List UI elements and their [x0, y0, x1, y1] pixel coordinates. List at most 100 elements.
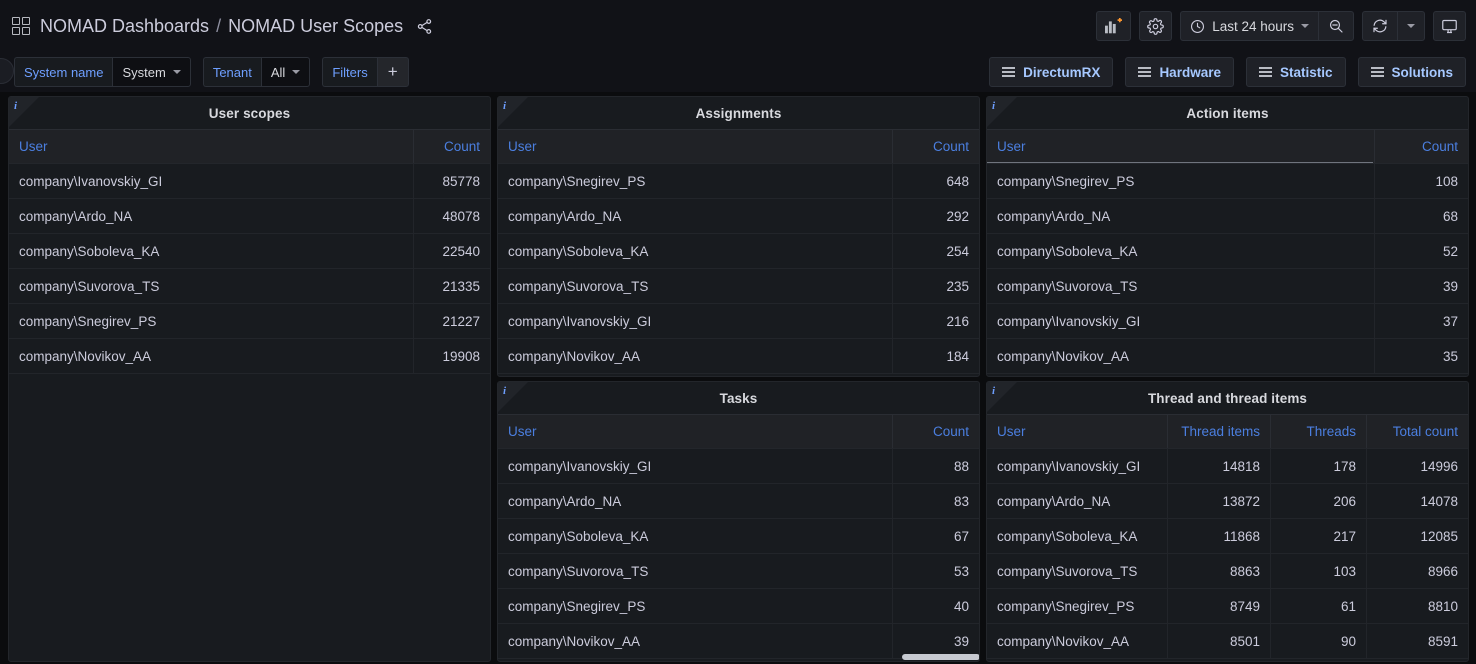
cell-threads: 90 [1270, 624, 1366, 658]
panel-assignments: i Assignments User Count company\Snegire… [497, 96, 980, 377]
info-icon[interactable]: i [992, 100, 995, 112]
table-row: company\Ardo_NA 13872 206 14078 [987, 484, 1468, 519]
variable-system-name-select[interactable]: System [112, 57, 190, 87]
breadcrumb-root[interactable]: NOMAD Dashboards [40, 16, 209, 37]
dashboard-link-hardware[interactable]: Hardware [1125, 57, 1234, 87]
refresh-icon[interactable] [1363, 12, 1397, 40]
table-row: company\Ardo_NA 68 [987, 199, 1468, 234]
cell-count: 22540 [413, 234, 490, 268]
add-filter-button[interactable]: + [377, 57, 409, 87]
column-header-user[interactable]: User [987, 130, 1374, 163]
column-header-user[interactable]: User [987, 415, 1167, 448]
cell-thread-items: 13872 [1167, 484, 1270, 518]
cell-total-count: 14996 [1366, 449, 1468, 483]
cell-count: 254 [892, 234, 979, 268]
table-row: company\Soboleva_KA 11868 217 12085 [987, 519, 1468, 554]
table-body: company\Ivanovskiy_GI 85778 company\Ardo… [9, 164, 490, 661]
ad-hoc-filters: Filters + [322, 57, 408, 87]
column-header-user[interactable]: User [498, 415, 892, 448]
dashboard-settings-gear-icon[interactable] [1139, 11, 1172, 41]
table-row: company\Soboleva_KA 52 [987, 234, 1468, 269]
table-row: company\Novikov_AA 8501 90 8591 [987, 624, 1468, 659]
cell-count: 21227 [413, 304, 490, 338]
cell-count: 88 [892, 449, 979, 483]
dashboard-link-statistic[interactable]: Statistic [1246, 57, 1346, 87]
cell-count: 35 [1374, 339, 1468, 373]
cell-user: company\Suvorova_TS [498, 269, 892, 303]
table-body: company\Ivanovskiy_GI 14818 178 14996 co… [987, 449, 1468, 661]
cell-thread-items: 8863 [1167, 554, 1270, 588]
column-header-threads[interactable]: Threads [1270, 415, 1366, 448]
column-header-count[interactable]: Count [413, 130, 490, 163]
variable-tenant: Tenant All [203, 57, 311, 87]
panel-title[interactable]: Assignments [696, 106, 782, 121]
table-row: company\Ardo_NA 292 [498, 199, 979, 234]
cell-user: company\Soboleva_KA [498, 519, 892, 553]
cell-count: 67 [892, 519, 979, 553]
table-header-row: User Count [498, 414, 979, 449]
cell-count: 68 [1374, 199, 1468, 233]
panel-user-scopes: i User scopes User Count company\Ivanovs… [8, 96, 491, 662]
cell-count: 184 [892, 339, 979, 373]
variable-tenant-value: All [271, 65, 285, 80]
column-header-count[interactable]: Count [892, 415, 979, 448]
table: User Count company\Snegirev_PS 648 compa… [498, 129, 979, 376]
info-icon[interactable]: i [992, 385, 995, 397]
variable-tenant-select[interactable]: All [261, 57, 310, 87]
refresh-controls [1362, 11, 1425, 41]
tv-kiosk-icon[interactable] [1433, 11, 1466, 41]
column-header-count[interactable]: Count [1374, 130, 1468, 163]
breadcrumb: NOMAD Dashboards / NOMAD User Scopes [40, 16, 433, 37]
cell-count: 216 [892, 304, 979, 338]
table-body: company\Ivanovskiy_GI 88 company\Ardo_NA… [498, 449, 979, 661]
add-panel-icon[interactable] [1096, 11, 1131, 41]
column-header-user[interactable]: User [9, 130, 413, 163]
cell-user: company\Suvorova_TS [498, 554, 892, 588]
cell-count: 37 [1374, 304, 1468, 338]
table-header-row: User Count [498, 129, 979, 164]
table-row: company\Novikov_AA 184 [498, 339, 979, 374]
column-header-total-count[interactable]: Total count [1366, 415, 1468, 448]
table-row: company\Ivanovskiy_GI 37 [987, 304, 1468, 339]
table-row: company\Ivanovskiy_GI 85778 [9, 164, 490, 199]
dashboard-link-label: DirectumRX [1023, 65, 1100, 80]
cell-thread-items: 8749 [1167, 589, 1270, 623]
cell-total-count: 8591 [1366, 624, 1468, 658]
table-row: company\Snegirev_PS 108 [987, 164, 1468, 199]
panel-action-items: i Action items User Count company\Snegir… [986, 96, 1469, 377]
column-header-thread-items[interactable]: Thread items [1167, 415, 1270, 448]
horizontal-scrollbar[interactable] [902, 654, 979, 660]
dashboard-link-solutions[interactable]: Solutions [1358, 57, 1467, 87]
refresh-interval-dropdown[interactable] [1397, 12, 1424, 40]
cell-user: company\Soboleva_KA [987, 234, 1374, 268]
panel-title[interactable]: Action items [1186, 106, 1268, 121]
cell-user: company\Ardo_NA [498, 199, 892, 233]
info-icon[interactable]: i [14, 100, 17, 112]
chevron-down-icon [173, 70, 181, 74]
panel-title[interactable]: Thread and thread items [1148, 391, 1307, 406]
info-icon[interactable]: i [503, 100, 506, 112]
share-nodes-icon[interactable] [416, 18, 433, 35]
cell-user: company\Snegirev_PS [498, 164, 892, 198]
time-range-picker[interactable]: Last 24 hours [1181, 12, 1318, 40]
cell-user: company\Snegirev_PS [9, 304, 413, 338]
cell-user: company\Snegirev_PS [987, 164, 1374, 198]
panel-title[interactable]: Tasks [720, 391, 758, 406]
cell-user: company\Suvorova_TS [9, 269, 413, 303]
cell-count: 39 [1374, 269, 1468, 303]
zoom-out-icon[interactable] [1318, 12, 1353, 40]
time-range-controls: Last 24 hours [1180, 11, 1354, 41]
column-header-user[interactable]: User [498, 130, 892, 163]
nav-toggle-button[interactable] [0, 58, 14, 84]
cell-count: 85778 [413, 164, 490, 198]
column-header-count[interactable]: Count [892, 130, 979, 163]
info-icon[interactable]: i [503, 385, 506, 397]
dashboard-panel-grid: i User scopes User Count company\Ivanovs… [0, 92, 1476, 664]
cell-threads: 217 [1270, 519, 1366, 553]
breadcrumb-current[interactable]: NOMAD User Scopes [228, 16, 403, 37]
cell-thread-items: 11868 [1167, 519, 1270, 553]
dashboard-link-directumrx[interactable]: DirectumRX [989, 57, 1113, 87]
panel-title[interactable]: User scopes [209, 106, 290, 121]
grid-apps-icon[interactable] [12, 17, 30, 35]
table-row: company\Ivanovskiy_GI 216 [498, 304, 979, 339]
